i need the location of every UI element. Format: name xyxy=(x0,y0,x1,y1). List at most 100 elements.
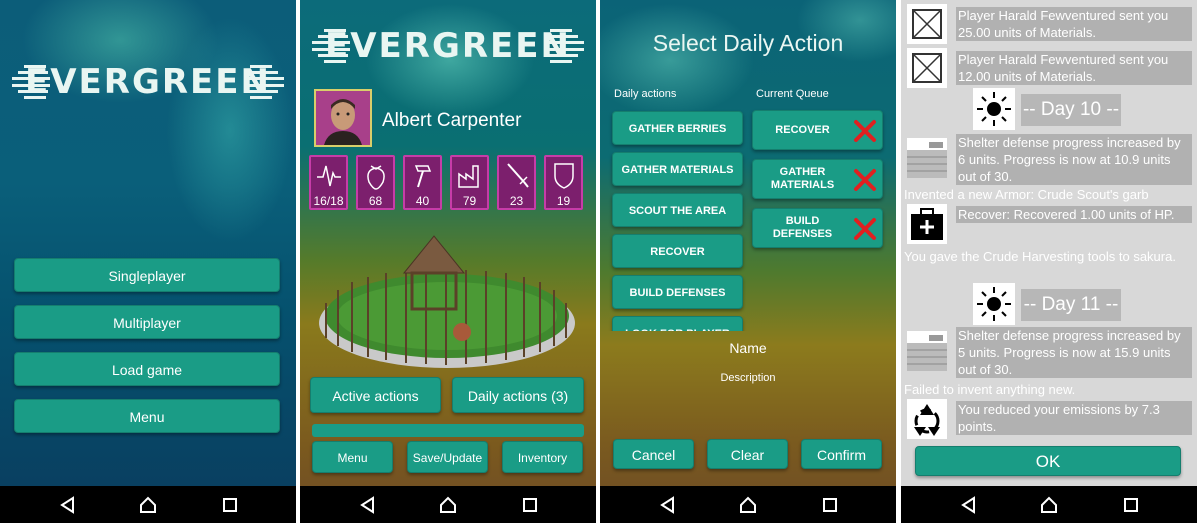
daily-actions-button[interactable]: Daily actions (3) xyxy=(452,377,584,413)
factory-icon xyxy=(458,165,479,188)
recycle-icon xyxy=(907,399,947,439)
home-icon[interactable] xyxy=(1039,495,1059,515)
strawberry-icon xyxy=(367,165,385,190)
action-gather-berries[interactable]: GATHER BERRIES xyxy=(612,111,743,145)
character-screen: EVERGREEN Albert Carpenter 16/18 68 40 7… xyxy=(300,0,596,523)
stat-value: 40 xyxy=(415,194,430,208)
character-name: Albert Carpenter xyxy=(382,110,522,131)
stat-food: 68 xyxy=(356,155,395,210)
log-entry-text: Failed to invent anything new. xyxy=(904,382,1076,397)
active-actions-button[interactable]: Active actions xyxy=(310,377,441,413)
log-entry-text: Player Harald Fewventured sent you 12.00… xyxy=(956,51,1192,85)
remove-icon[interactable] xyxy=(852,167,878,193)
stat-defense: 19 xyxy=(544,155,583,210)
progress-bar xyxy=(312,424,584,437)
action-recover[interactable]: RECOVER xyxy=(612,234,743,268)
stat-materials: 40 xyxy=(403,155,442,210)
log-entry: Recover: Recovered 1.00 units of HP. xyxy=(904,204,1192,244)
log-entry: Shelter defense progress increased by 5 … xyxy=(904,327,1192,379)
back-icon[interactable] xyxy=(358,495,378,515)
log-entry-text: Recover: Recovered 1.00 units of HP. xyxy=(956,206,1192,223)
queue-item-label: GATHER MATERIALS xyxy=(770,166,835,191)
character-avatar[interactable] xyxy=(314,89,372,147)
medkit-icon xyxy=(907,204,947,244)
multiplayer-button[interactable]: Multiplayer xyxy=(14,305,280,339)
action-gather-materials[interactable]: GATHER MATERIALS xyxy=(612,152,743,186)
log-entry-text: Player Harald Fewventured sent you 25.00… xyxy=(956,7,1192,41)
log-entry-text: Invented a new Armor: Crude Scout's garb xyxy=(904,187,1149,202)
sun-icon xyxy=(973,88,1015,130)
log-entry-text: You gave the Crude Harvesting tools to s… xyxy=(904,249,1176,264)
stat-value: 16/18 xyxy=(313,194,344,208)
ok-button[interactable]: OK xyxy=(915,446,1181,476)
recent-apps-icon[interactable] xyxy=(1121,495,1141,515)
inventory-button[interactable]: Inventory xyxy=(502,441,583,473)
logo-text: EVERGREEN xyxy=(325,26,571,66)
log-entry-text: Shelter defense progress increased by 5 … xyxy=(956,327,1192,378)
log-entry: Shelter defense progress increased by 6 … xyxy=(904,134,1192,186)
queue-item[interactable]: BUILD DEFENSES xyxy=(752,208,883,248)
menu-button[interactable]: Menu xyxy=(312,441,393,473)
queue-item[interactable]: RECOVER xyxy=(752,110,883,150)
save-update-button[interactable]: Save/Update xyxy=(407,441,488,473)
crate-icon xyxy=(907,48,947,88)
stat-value: 68 xyxy=(368,194,383,208)
hammer-icon xyxy=(414,165,432,188)
action-build-defenses[interactable]: BUILD DEFENSES xyxy=(612,275,743,309)
heartbeat-icon xyxy=(317,165,341,187)
home-icon[interactable] xyxy=(138,495,158,515)
android-nav-bar xyxy=(600,486,896,523)
remove-icon[interactable] xyxy=(852,118,878,144)
android-nav-bar xyxy=(901,486,1197,523)
evergreen-logo: EVERGREEN xyxy=(310,26,586,66)
singleplayer-button[interactable]: Singleplayer xyxy=(14,258,280,292)
stat-attack: 23 xyxy=(497,155,536,210)
daily-actions-list[interactable]: GATHER BERRIES GATHER MATERIALS SCOUT TH… xyxy=(600,107,750,331)
log-entry: Player Harald Fewventured sent you 12.00… xyxy=(904,48,1192,88)
action-description-label: Description xyxy=(720,372,776,384)
day-header: -- Day 10 -- xyxy=(1021,94,1121,126)
shield-icon xyxy=(554,163,574,189)
daily-actions-header: Daily actions xyxy=(614,88,677,100)
recent-apps-icon[interactable] xyxy=(520,495,540,515)
remove-icon[interactable] xyxy=(852,216,878,242)
log-entry: You reduced your emissions by 7.3 points… xyxy=(904,399,1192,441)
action-name-label: Name xyxy=(729,340,767,356)
queue-item-label: RECOVER xyxy=(775,123,830,136)
logo-text: EVERGREEN xyxy=(25,62,271,102)
stat-health: 16/18 xyxy=(309,155,348,210)
stat-value: 23 xyxy=(509,194,524,208)
action-scout-area[interactable]: SCOUT THE AREA xyxy=(612,193,743,227)
log-entry-text: Shelter defense progress increased by 6 … xyxy=(956,134,1192,185)
current-queue-header: Current Queue xyxy=(756,88,829,100)
clear-button[interactable]: Clear xyxy=(707,439,788,469)
back-icon[interactable] xyxy=(58,495,78,515)
day-header: -- Day 11 -- xyxy=(1021,289,1121,321)
android-nav-bar xyxy=(0,486,296,523)
cancel-button[interactable]: Cancel xyxy=(613,439,694,469)
recent-apps-icon[interactable] xyxy=(820,495,840,515)
recent-apps-icon[interactable] xyxy=(220,495,240,515)
stat-emissions: 79 xyxy=(450,155,489,210)
log-entry-text: You reduced your emissions by 7.3 points… xyxy=(956,401,1192,435)
home-icon[interactable] xyxy=(738,495,758,515)
queue-item-label: BUILD DEFENSES xyxy=(772,215,833,240)
log-entry: Player Harald Fewventured sent you 25.00… xyxy=(904,4,1192,44)
queue-item[interactable]: GATHER MATERIALS xyxy=(752,159,883,199)
action-look-for-player[interactable]: LOOK FOR PLAYER xyxy=(612,316,743,331)
sun-icon xyxy=(973,283,1015,325)
event-log-screen: Player Harald Fewventured sent you 25.00… xyxy=(901,0,1197,523)
menu-button[interactable]: Menu xyxy=(14,399,280,433)
back-icon[interactable] xyxy=(959,495,979,515)
stat-value: 79 xyxy=(462,194,477,208)
wall-icon xyxy=(907,331,947,371)
confirm-button[interactable]: Confirm xyxy=(801,439,882,469)
sword-icon xyxy=(507,163,529,188)
back-icon[interactable] xyxy=(658,495,678,515)
select-action-screen: Select Daily Action Daily actions Curren… xyxy=(600,0,896,523)
screen-title: Select Daily Action xyxy=(652,30,844,56)
crate-icon xyxy=(907,4,947,44)
evergreen-logo: EVERGREEN xyxy=(10,62,286,102)
load-game-button[interactable]: Load game xyxy=(14,352,280,386)
home-icon[interactable] xyxy=(438,495,458,515)
